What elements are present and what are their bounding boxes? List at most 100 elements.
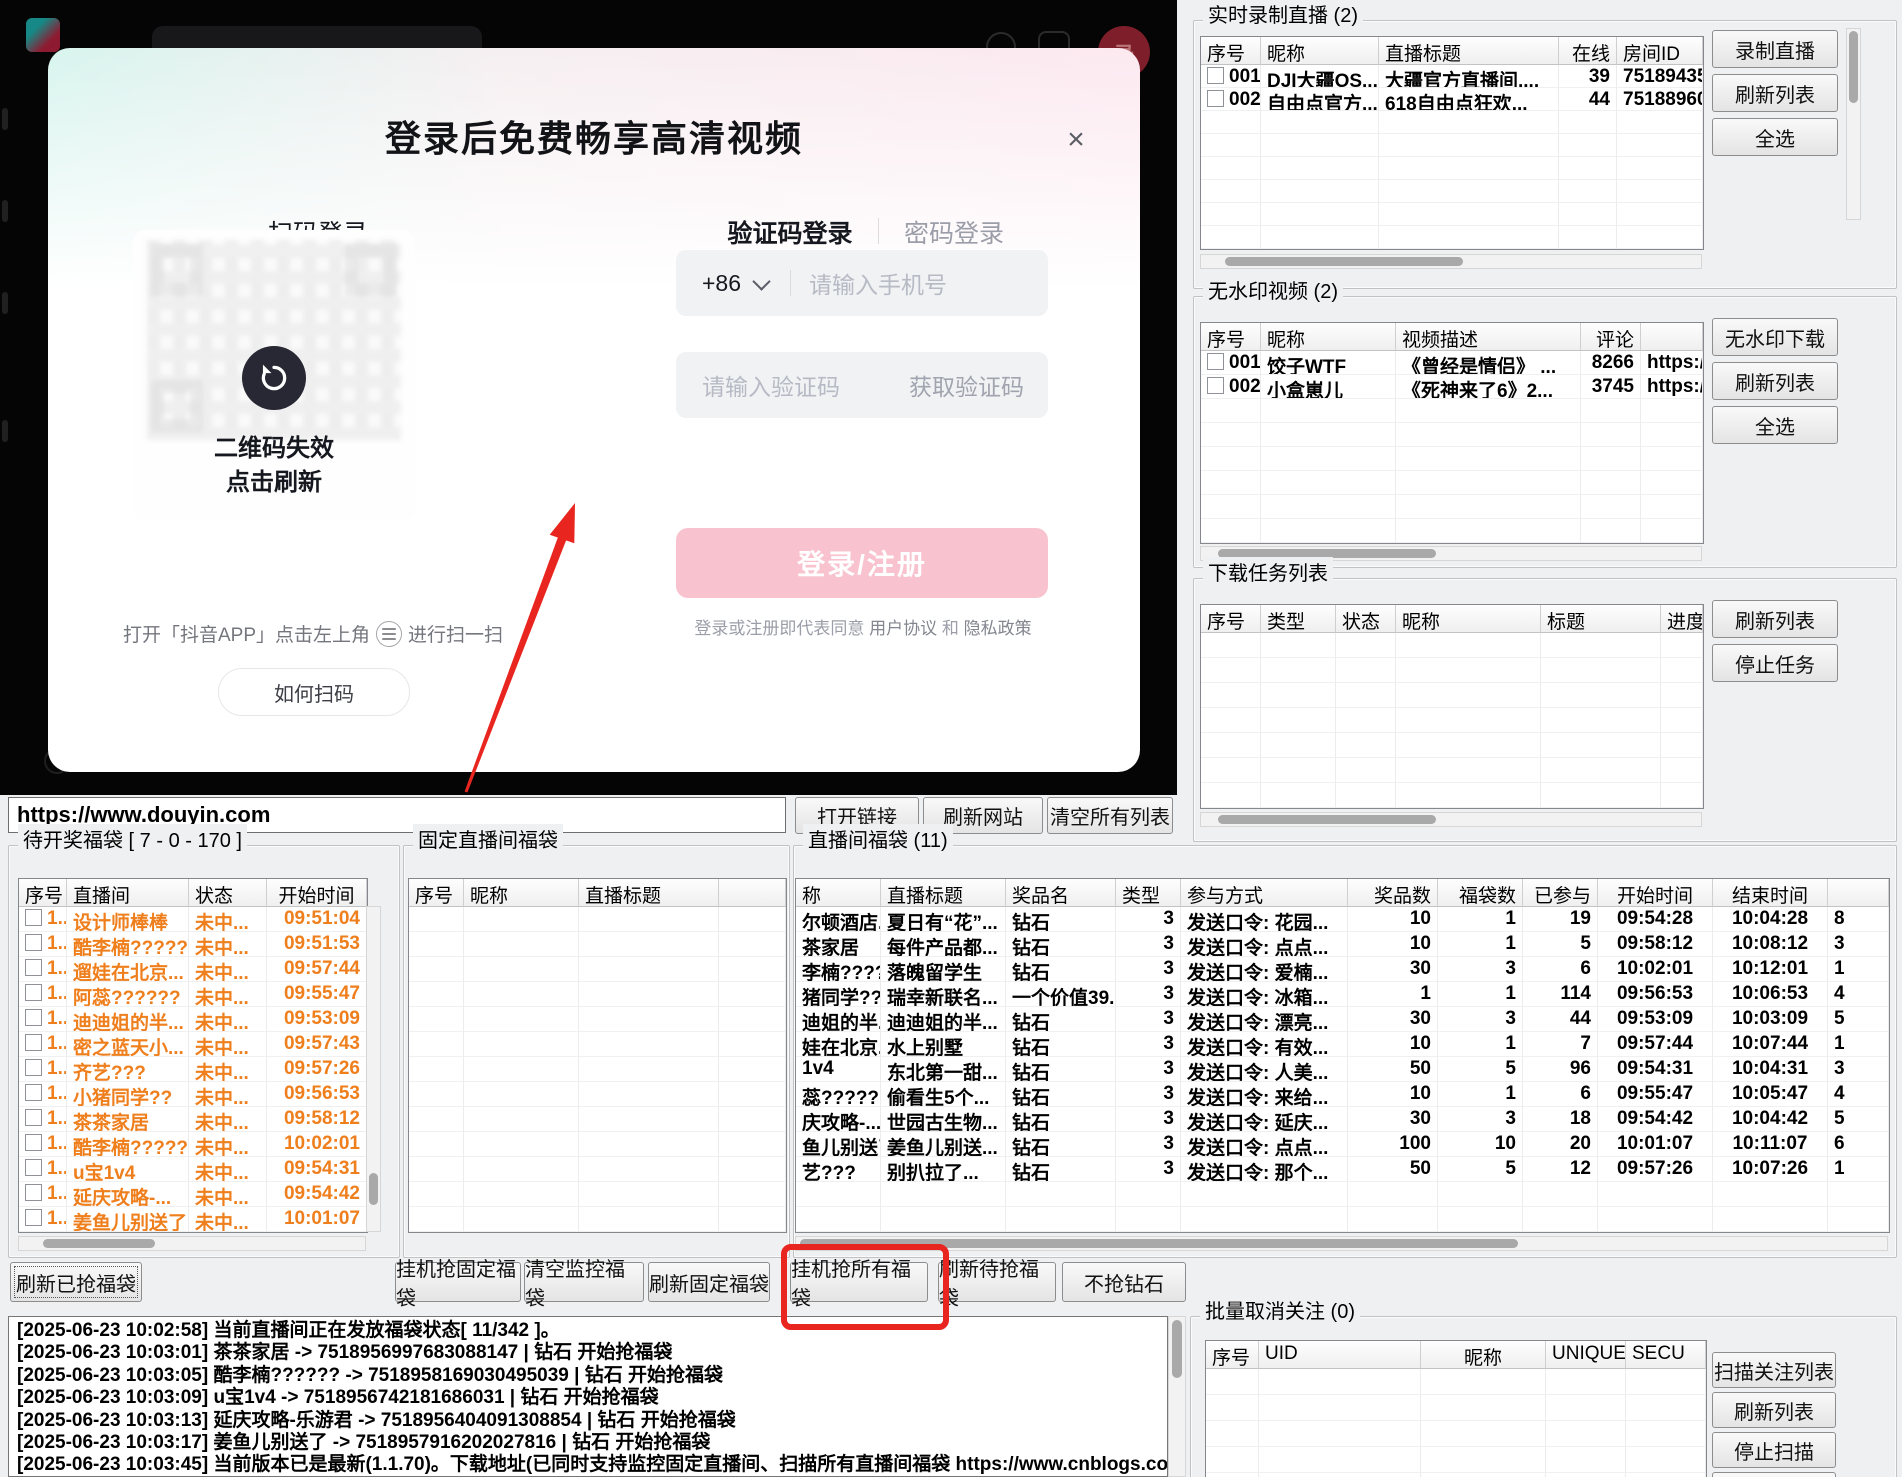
column-header[interactable]: 昵称 [1261, 37, 1379, 65]
row-checkbox[interactable] [25, 1134, 42, 1151]
column-header[interactable]: 在线 [1559, 37, 1617, 65]
table-row[interactable]: 1...延庆攻略-...未中...09:54:42 [19, 1182, 367, 1207]
table-row[interactable]: 李楠??????落魄留学生钻石3发送口令: 爱楠...303610:02:011… [796, 957, 1889, 982]
column-header[interactable]: 序号 [1201, 605, 1261, 633]
table-row[interactable]: 1...u宝1v4未中...09:54:31 [19, 1157, 367, 1182]
select-all-button[interactable]: 全选 [1712, 118, 1838, 156]
browser-search-bar[interactable] [152, 26, 482, 48]
table-row[interactable]: 1...茶茶家居未中...09:58:12 [19, 1107, 367, 1132]
table-row[interactable]: 茶家居每件产品都...钻石3发送口令: 点点...101509:58:1210:… [796, 932, 1889, 957]
country-code-select[interactable]: +86 [676, 270, 741, 297]
column-header[interactable]: 昵称 [1396, 605, 1541, 633]
column-header[interactable]: 已参与 [1523, 879, 1598, 907]
refresh-list-button[interactable]: 刷新列表 [1712, 600, 1838, 638]
row-checkbox[interactable] [1207, 90, 1224, 107]
column-header[interactable]: 参与方式 [1181, 879, 1348, 907]
row-checkbox[interactable] [1207, 377, 1224, 394]
column-header[interactable]: 福袋数 [1438, 879, 1523, 907]
column-header[interactable] [719, 879, 786, 907]
column-header[interactable]: 直播标题 [1379, 37, 1559, 65]
column-header[interactable]: 直播标题 [881, 879, 1006, 907]
clear-all-lists-button[interactable]: 清空所有列表 [1047, 797, 1173, 834]
column-header[interactable]: UID [1259, 1341, 1421, 1369]
column-header[interactable]: 序号 [19, 879, 67, 907]
close-icon[interactable]: × [1056, 120, 1096, 160]
partial-button[interactable] [1712, 1472, 1836, 1477]
table-row[interactable]: 1...迪迪姐的半...未中...09:53:09 [19, 1007, 367, 1032]
get-code-button[interactable]: 获取验证码 [909, 368, 1048, 402]
scan-follow-list-button[interactable]: 扫描关注列表 [1712, 1352, 1836, 1388]
table-row[interactable]: 1...齐艺???未中...09:57:26 [19, 1057, 367, 1082]
table-row[interactable]: 1...酷李楠??????未中...10:02:01 [19, 1132, 367, 1157]
column-header[interactable]: 标题 [1541, 605, 1661, 633]
refresh-qr-icon[interactable] [242, 346, 306, 410]
stop-scan-button[interactable]: 停止扫描 [1712, 1432, 1836, 1468]
table-row[interactable]: 1...阿蕊??????未中...09:55:47 [19, 982, 367, 1007]
column-header[interactable] [1641, 323, 1703, 351]
qr-code-panel[interactable]: 二维码失效 点击刷新 [133, 230, 415, 520]
phone-input[interactable]: +86 请输入手机号 [676, 250, 1048, 316]
table-row[interactable]: 1...密之蓝天小...未中...09:57:43 [19, 1032, 367, 1057]
vertical-scrollbar[interactable] [1168, 1316, 1186, 1477]
table-row[interactable]: 001DJI大疆OS...大疆官方直播间,...3975189435 [1201, 65, 1703, 88]
horizontal-scrollbar[interactable] [1200, 254, 1702, 269]
column-header[interactable]: 状态 [189, 879, 267, 907]
refresh-pending-grab-button[interactable]: 刷新待抢福袋 [938, 1262, 1056, 1302]
table-row[interactable]: 娃在北京...水上别墅钻石3发送口令: 有效...101709:57:4410:… [796, 1032, 1889, 1057]
column-header[interactable]: 状态 [1336, 605, 1396, 633]
table-row[interactable]: 1...设计师棒棒未中...09:51:04 [19, 907, 367, 932]
column-header[interactable]: 序号 [1201, 37, 1261, 65]
column-header[interactable]: 直播间 [67, 879, 189, 907]
row-checkbox[interactable] [25, 1034, 42, 1051]
row-checkbox[interactable] [25, 1084, 42, 1101]
refresh-fixed-bags-button[interactable]: 刷新固定福袋 [648, 1262, 770, 1302]
column-header[interactable]: 序号 [1206, 1341, 1259, 1369]
refresh-grabbed-bags-button[interactable]: 刷新已抢福袋 [10, 1262, 142, 1302]
table-row[interactable]: 庆攻略-...世园古生物...钻石3发送口令: 延庆...3031809:54:… [796, 1107, 1889, 1132]
qr-tap-refresh-text[interactable]: 点击刷新 [133, 462, 415, 497]
vertical-scrollbar[interactable] [366, 906, 381, 1232]
column-header[interactable]: 开始时间 [267, 879, 367, 907]
table-row[interactable]: 001饺子WTF《曾经是情侣》 ...8266https://www. [1201, 351, 1703, 375]
refresh-list-button[interactable]: 刷新列表 [1712, 74, 1838, 112]
row-checkbox[interactable] [25, 984, 42, 1001]
column-header[interactable]: 昵称 [464, 879, 579, 907]
column-header[interactable]: 开始时间 [1598, 879, 1713, 907]
column-header[interactable]: 结束时间 [1713, 879, 1828, 907]
user-agreement-link[interactable]: 用户协议 [869, 619, 937, 638]
table-row[interactable]: 1...小猪同学??未中...09:56:53 [19, 1082, 367, 1107]
table-row[interactable]: 1v4东北第一甜...钻石3发送口令: 人美...5059609:54:3110… [796, 1057, 1889, 1082]
row-checkbox[interactable] [25, 934, 42, 951]
tab-password-login[interactable]: 密码登录 [894, 214, 1014, 250]
table-row[interactable]: 002小盒崽儿《死神来了6》2...3745https://www. [1201, 375, 1703, 399]
table-row[interactable]: 002自由点官方...618自由点狂欢...4475188960 [1201, 88, 1703, 111]
column-header[interactable]: UNIQUE [1546, 1341, 1626, 1369]
tab-sms-login[interactable]: 验证码登录 [720, 214, 860, 250]
column-header[interactable]: 评论 [1581, 323, 1641, 351]
horizontal-scrollbar[interactable] [18, 1236, 366, 1251]
row-checkbox[interactable] [25, 1009, 42, 1026]
column-header[interactable]: 序号 [1201, 323, 1261, 351]
table-row[interactable]: 1...姜鱼儿别送了未中...10:01:07 [19, 1207, 367, 1232]
row-checkbox[interactable] [1207, 67, 1224, 84]
stop-task-button[interactable]: 停止任务 [1712, 644, 1838, 682]
clear-monitor-bags-button[interactable]: 清空监控福袋 [524, 1262, 644, 1302]
refresh-list-button[interactable]: 刷新列表 [1712, 1392, 1836, 1428]
login-register-button[interactable]: 登录/注册 [676, 528, 1048, 598]
row-checkbox[interactable] [25, 909, 42, 926]
row-checkbox[interactable] [25, 1109, 42, 1126]
column-header[interactable]: 进度 [1661, 605, 1703, 633]
record-live-button[interactable]: 录制直播 [1712, 30, 1838, 68]
table-row[interactable]: 迪姐的半...迪迪姐的半...钻石3发送口令: 漂亮...3034409:53:… [796, 1007, 1889, 1032]
table-row[interactable]: 1...酷李楠??????未中...09:51:53 [19, 932, 367, 957]
vertical-scrollbar[interactable] [1846, 28, 1861, 220]
column-header[interactable] [1828, 879, 1889, 907]
table-row[interactable]: 1...遛娃在北京...未中...09:57:44 [19, 957, 367, 982]
horizontal-scrollbar[interactable] [795, 1236, 1888, 1251]
row-checkbox[interactable] [25, 1159, 42, 1176]
row-checkbox[interactable] [25, 1059, 42, 1076]
select-all-button[interactable]: 全选 [1712, 406, 1838, 444]
column-header[interactable]: 房间ID [1617, 37, 1703, 65]
column-header[interactable]: 昵称 [1421, 1341, 1546, 1369]
column-header[interactable]: 直播标题 [579, 879, 719, 907]
